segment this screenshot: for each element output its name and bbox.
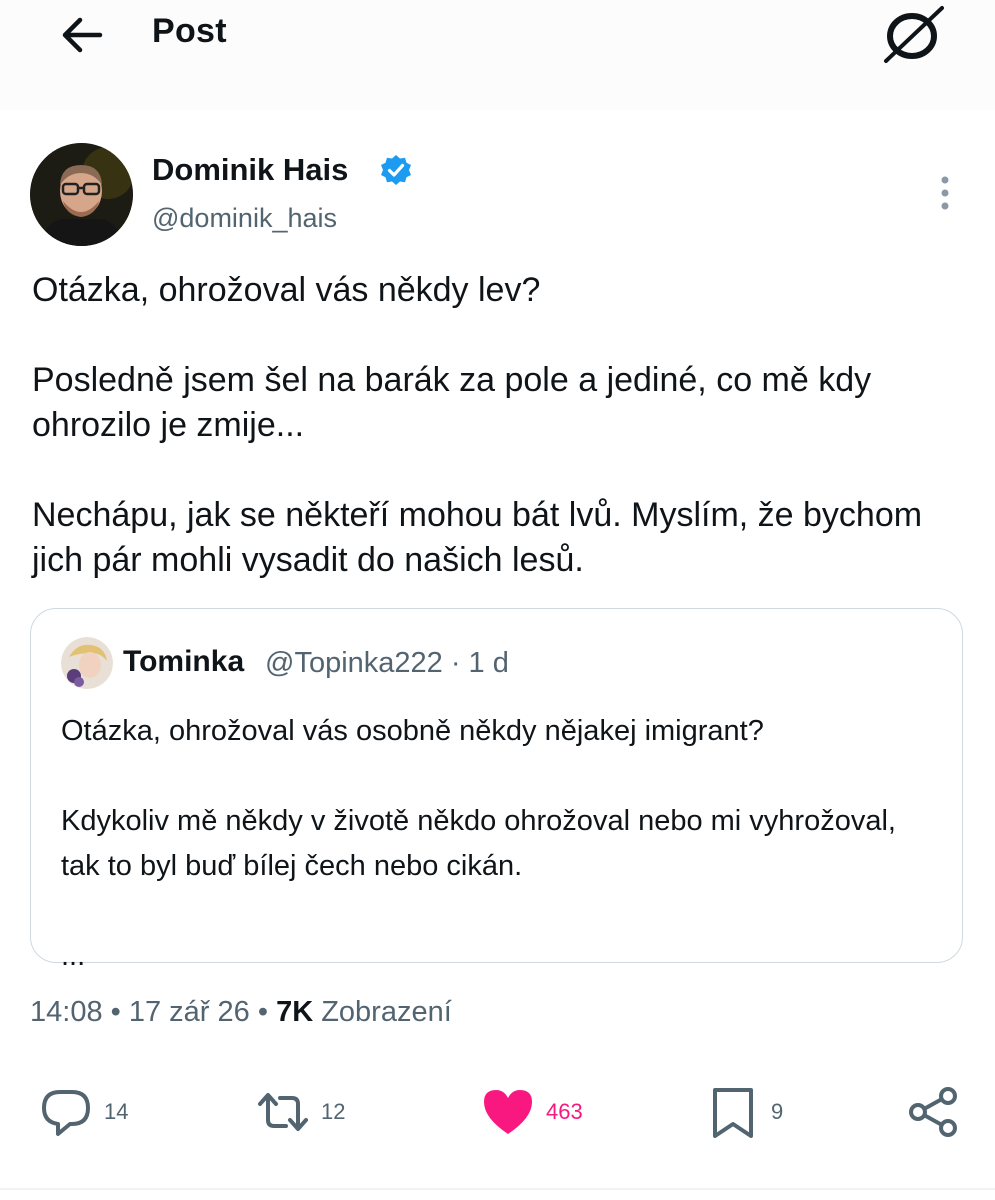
retweet-button[interactable]: 12 [255,1080,345,1144]
heart-filled-icon [480,1084,536,1140]
quoted-tweet[interactable]: Tominka @Topinka222 · 1 d Otázka, ohrožo… [30,608,963,972]
quoted-author-name: Tominka [123,645,245,678]
bookmark-icon [705,1084,761,1140]
bookmark-button[interactable]: 9 [705,1080,783,1144]
author-avatar[interactable] [30,143,133,246]
author-handle[interactable]: @dominik_hais [152,203,337,234]
meta-separator: • [102,996,129,1028]
divider [0,1188,995,1190]
tweet-paragraph: Posledně jsem šel na barák za pole a jed… [32,361,872,444]
more-options-button[interactable] [930,174,960,214]
x-logo-icon [880,4,946,64]
back-button[interactable] [56,10,106,60]
reply-count: 14 [104,1099,129,1124]
meta-separator: • [249,996,277,1028]
tweet-paragraph: Otázka, ohrožoval vás někdy lev? [32,271,541,309]
quoted-paragraph: ... [61,940,86,972]
retweet-icon [255,1084,311,1140]
tweet-text: Otázka, ohrožoval vás někdy lev? Posledn… [32,268,962,628]
retweet-count: 12 [321,1099,346,1124]
like-button[interactable]: 463 [480,1080,583,1144]
action-bar: 14 12 463 9 [0,1080,995,1150]
tweet-paragraph: Nechápu, jak se někteří mohou bát lvů. M… [32,496,923,579]
quoted-handle-time: @Topinka222 · 1 d [265,647,509,679]
reply-button[interactable]: 14 [38,1080,128,1144]
share-button[interactable] [905,1080,961,1144]
top-bar: Post [0,0,995,110]
share-icon [905,1084,961,1140]
bookmark-count: 9 [771,1099,784,1124]
like-count: 463 [546,1099,583,1124]
tweet-meta: 14:08 • 17 zář 26 • 7K Zobrazení [30,996,452,1029]
reply-icon [38,1084,94,1140]
quoted-paragraph: Otázka, ohrožoval vás osobně někdy nějak… [61,715,764,747]
quoted-avatar [61,637,113,689]
author-name[interactable]: Dominik Hais [152,152,348,188]
quoted-text: Otázka, ohrožoval vás osobně někdy nějak… [61,709,941,979]
post-time[interactable]: 14:08 [30,996,103,1028]
views-label: Zobrazení [313,996,452,1028]
arrow-left-icon [62,17,103,53]
verified-badge-icon [380,154,412,186]
post-date[interactable]: 17 zář 26 [129,996,250,1028]
views-count: 7K [276,996,314,1028]
quoted-paragraph: Kdykoliv mě někdy v životě někdo ohrožov… [61,805,896,882]
page-title: Post [152,12,227,50]
more-vertical-icon [941,176,949,210]
